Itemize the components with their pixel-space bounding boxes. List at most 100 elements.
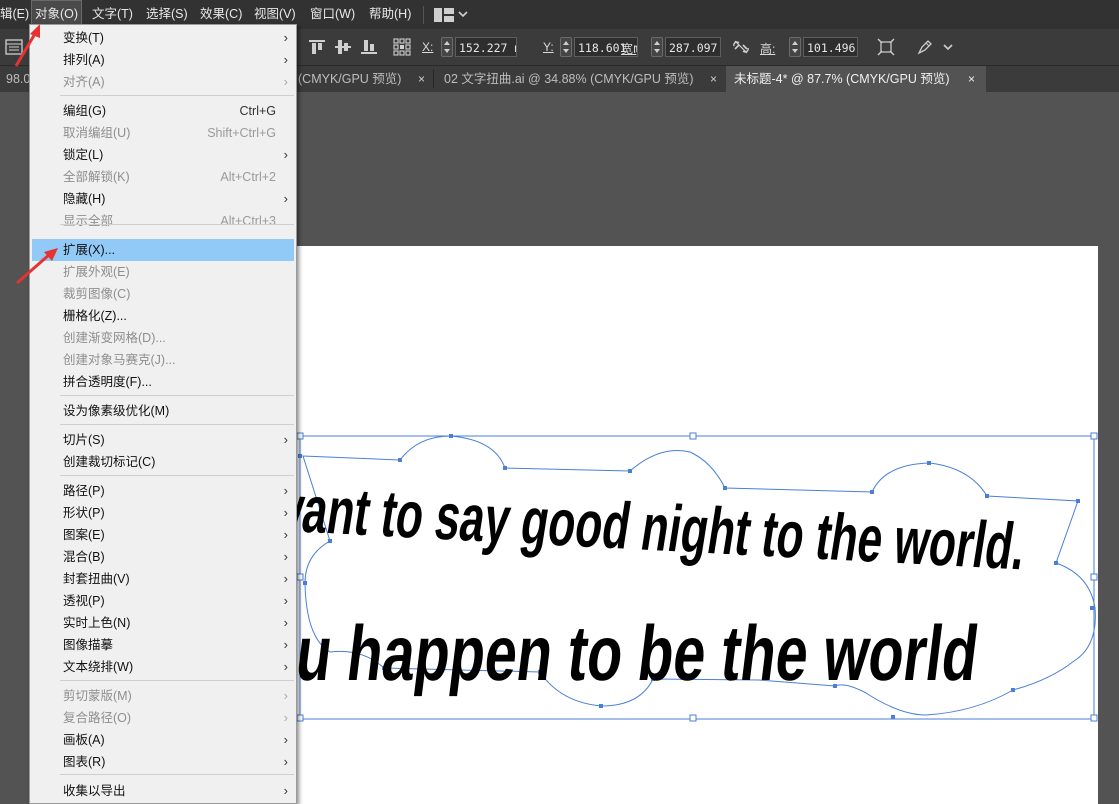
- menu-item-label: 扩展(X)...: [63, 243, 116, 257]
- menu-item-transform[interactable]: 变换(T) ›: [32, 27, 294, 49]
- submenu-chevron-icon: ›: [283, 659, 288, 674]
- submenu-chevron-icon: ›: [283, 527, 288, 542]
- menu-item-label: 全部解锁(K): [63, 170, 130, 184]
- menu-item-shape[interactable]: 形状(P) ›: [32, 502, 294, 524]
- submenu-chevron-icon: ›: [283, 147, 288, 162]
- submenu-chevron-icon: ›: [283, 637, 288, 652]
- menu-item-group[interactable]: 编组(G) Ctrl+G: [32, 100, 294, 122]
- submenu-chevron-icon: ›: [283, 74, 288, 89]
- menu-item-compound-path[interactable]: 复合路径(O) ›: [32, 707, 294, 729]
- menu-item-shortcut: Ctrl+G: [239, 104, 276, 118]
- submenu-chevron-icon: ›: [283, 571, 288, 586]
- submenu-chevron-icon: ›: [283, 52, 288, 67]
- menu-item-graph[interactable]: 图表(R) ›: [32, 751, 294, 773]
- menu-item-label: 图表(R): [63, 755, 106, 769]
- menu-item-label: 复合路径(O): [63, 711, 132, 725]
- menu-item-perspective[interactable]: 透视(P) ›: [32, 590, 294, 612]
- menu-item-show-all[interactable]: 显示全部 Alt+Ctrl+3: [32, 210, 294, 232]
- menu-item-label: 创建渐变网格(D)...: [63, 331, 166, 345]
- menu-item-blend[interactable]: 混合(B) ›: [32, 546, 294, 568]
- menu-item-expand[interactable]: 扩展(X)...: [32, 239, 294, 261]
- menu-item-label: 隐藏(H): [63, 192, 106, 206]
- menu-item-label: 显示全部: [63, 214, 114, 228]
- warped-text-line-2: you happen to be the world: [224, 609, 983, 697]
- menu-item-text-wrap[interactable]: 文本绕排(W) ›: [32, 656, 294, 678]
- menu-item-create-gradient-mesh[interactable]: 创建渐变网格(D)...: [32, 327, 294, 349]
- menu-item-crop-image[interactable]: 裁剪图像(C): [32, 283, 294, 305]
- menu-item-label: 透视(P): [63, 594, 105, 608]
- menu-item-pattern[interactable]: 图案(E) ›: [32, 524, 294, 546]
- menu-item-label: 图案(E): [63, 528, 105, 542]
- menu-item-label: 剪切蒙版(M): [63, 689, 132, 703]
- menu-item-shortcut: Alt+Ctrl+2: [220, 170, 276, 184]
- submenu-chevron-icon: ›: [283, 30, 288, 45]
- menu-separator: [60, 475, 294, 476]
- menu-item-label: 画板(A): [63, 733, 105, 747]
- warped-text-line-1: I want to say good night to the world.: [239, 470, 1032, 584]
- submenu-chevron-icon: ›: [283, 615, 288, 630]
- menu-item-label: 形状(P): [63, 506, 105, 520]
- menu-item-label: 图像描摹: [63, 638, 114, 652]
- menu-item-expand-appearance[interactable]: 扩展外观(E): [32, 261, 294, 283]
- menu-item-label: 收集以导出: [63, 784, 126, 798]
- menu-item-label: 锁定(L): [63, 148, 104, 162]
- menu-item-create-object-mosaic[interactable]: 创建对象马赛克(J)...: [32, 349, 294, 371]
- menu-item-label: 路径(P): [63, 484, 105, 498]
- annotation-arrow-menu: [14, 24, 40, 67]
- menu-item-label: 裁剪图像(C): [63, 287, 131, 301]
- menu-item-label: 混合(B): [63, 550, 105, 564]
- menu-item-unlock-all[interactable]: 全部解锁(K) Alt+Ctrl+2: [32, 166, 294, 188]
- submenu-chevron-icon: ›: [283, 783, 288, 798]
- submenu-chevron-icon: ›: [283, 432, 288, 447]
- menu-item-label: 创建对象马赛克(J)...: [63, 353, 176, 367]
- menu-item-collect-for-export[interactable]: 收集以导出 ›: [32, 780, 294, 802]
- menu-item-label: 拼合透明度(F)...: [63, 375, 152, 389]
- menu-item-label: 实时上色(N): [63, 616, 131, 630]
- menu-item-arrange[interactable]: 排列(A) ›: [32, 49, 294, 71]
- menu-item-ungroup[interactable]: 取消编组(U) Shift+Ctrl+G: [32, 122, 294, 144]
- submenu-chevron-icon: ›: [283, 688, 288, 703]
- menu-item-flatten-transparency[interactable]: 拼合透明度(F)...: [32, 371, 294, 393]
- submenu-chevron-icon: ›: [283, 593, 288, 608]
- menu-item-envelope-distort[interactable]: 封套扭曲(V) ›: [32, 568, 294, 590]
- menu-item-label: 对齐(A): [63, 75, 105, 89]
- menu-item-align[interactable]: 对齐(A) ›: [32, 71, 294, 93]
- menu-item-shortcut: Alt+Ctrl+3: [220, 214, 276, 228]
- menu-item-label: 编组(G): [63, 104, 107, 118]
- submenu-chevron-icon: ›: [283, 710, 288, 725]
- menu-item-label: 文本绕排(W): [63, 660, 134, 674]
- menu-separator: [60, 224, 294, 225]
- menu-separator: [60, 95, 294, 96]
- menu-item-artboards[interactable]: 画板(A) ›: [32, 729, 294, 751]
- submenu-chevron-icon: ›: [283, 191, 288, 206]
- menu-item-label: 切片(S): [63, 433, 105, 447]
- menu-item-label: 创建裁切标记(C): [63, 455, 156, 469]
- menu-item-image-trace[interactable]: 图像描摹 ›: [32, 634, 294, 656]
- menu-item-label: 封套扭曲(V): [63, 572, 130, 586]
- menu-item-label: 设为像素级优化(M): [63, 404, 170, 418]
- menu-item-label: 取消编组(U): [63, 126, 131, 140]
- menu-separator: [60, 424, 294, 425]
- menu-item-make-pixel-perfect[interactable]: 设为像素级优化(M): [32, 400, 294, 422]
- menu-item-lock[interactable]: 锁定(L) ›: [32, 144, 294, 166]
- menu-separator: [60, 395, 294, 396]
- menu-separator: [60, 774, 294, 775]
- menu-item-rasterize[interactable]: 栅格化(Z)...: [32, 305, 294, 327]
- menu-separator: [60, 680, 294, 681]
- menu-item-clipping-mask[interactable]: 剪切蒙版(M) ›: [32, 685, 294, 707]
- menu-item-label: 扩展外观(E): [63, 265, 130, 279]
- submenu-chevron-icon: ›: [283, 505, 288, 520]
- menu-item-create-trim-marks[interactable]: 创建裁切标记(C): [32, 451, 294, 473]
- menu-item-shortcut: Shift+Ctrl+G: [207, 126, 276, 140]
- menu-item-slice[interactable]: 切片(S) ›: [32, 429, 294, 451]
- annotation-arrow-expand: [16, 248, 58, 285]
- submenu-chevron-icon: ›: [283, 549, 288, 564]
- submenu-chevron-icon: ›: [283, 732, 288, 747]
- menu-item-path[interactable]: 路径(P) ›: [32, 480, 294, 502]
- object-menu-dropdown: 变换(T) › 排列(A) › 对齐(A) › 编组(G) Ctrl+G 取消编组(U) Shif…: [29, 24, 297, 804]
- submenu-chevron-icon: ›: [283, 483, 288, 498]
- menu-item-label: 栅格化(Z)...: [63, 309, 127, 323]
- menu-item-hide[interactable]: 隐藏(H) ›: [32, 188, 294, 210]
- menu-item-live-paint[interactable]: 实时上色(N) ›: [32, 612, 294, 634]
- menu-item-label: 排列(A): [63, 53, 105, 67]
